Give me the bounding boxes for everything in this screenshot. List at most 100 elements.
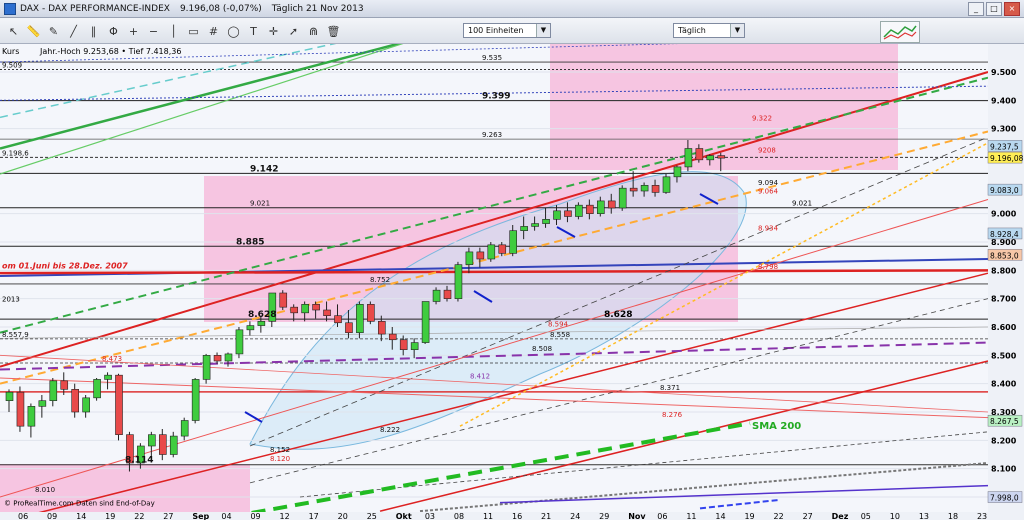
candle bbox=[71, 389, 79, 413]
candle bbox=[49, 380, 58, 401]
level-label: 8.798 bbox=[758, 263, 778, 271]
level-label: 8.120 bbox=[270, 455, 290, 463]
level-label: 8.152 bbox=[270, 446, 290, 454]
candle bbox=[377, 321, 386, 335]
text-icon[interactable]: T bbox=[244, 22, 263, 41]
candle bbox=[257, 321, 266, 326]
rectangle-icon[interactable]: ▭ bbox=[184, 22, 203, 41]
chevron-down-icon[interactable]: ▼ bbox=[536, 24, 550, 37]
level-label: 9.399 bbox=[482, 92, 510, 102]
ellipse-icon[interactable]: ◯ bbox=[224, 22, 243, 41]
trendline-icon[interactable]: ╱ bbox=[64, 22, 83, 41]
time-tick: Dez bbox=[832, 512, 849, 520]
time-tick: 24 bbox=[570, 512, 580, 520]
fibonacci-icon[interactable]: Φ bbox=[104, 22, 123, 41]
level-label: 8.934 bbox=[758, 224, 779, 232]
time-tick: 11 bbox=[483, 512, 493, 520]
close-button[interactable]: × bbox=[1004, 1, 1020, 16]
level-label: 8.010 bbox=[35, 486, 55, 494]
vertical-line-icon[interactable]: │ bbox=[164, 22, 183, 41]
candle bbox=[301, 304, 309, 314]
level-label: 8.885 bbox=[236, 237, 264, 247]
time-tick: 09 bbox=[47, 512, 57, 520]
footer-credit: © ProRealTime.com Daten sind End-of-Day bbox=[4, 500, 155, 508]
price-marker-label: 8.267,5 bbox=[990, 417, 1019, 426]
period-select[interactable]: Täglich ▼ bbox=[673, 23, 745, 38]
candle bbox=[421, 301, 430, 343]
restore-button[interactable]: □ bbox=[986, 1, 1002, 16]
level-label: 8.114 bbox=[125, 456, 153, 466]
arrow-icon[interactable]: ➚ bbox=[284, 22, 303, 41]
time-tick: 08 bbox=[454, 512, 464, 520]
candle bbox=[717, 155, 726, 159]
chevron-down-icon[interactable]: ▼ bbox=[730, 24, 744, 37]
candle bbox=[5, 391, 14, 401]
price-tick: 9.300 bbox=[991, 125, 1017, 134]
candle bbox=[673, 166, 682, 178]
price-chart[interactable]: 9.509 9.535 9.399 9.263 9.322 9.198,6 9.142 9.0… bbox=[0, 44, 1024, 520]
level-label: 8.276 bbox=[662, 411, 683, 419]
time-tick: 20 bbox=[338, 512, 348, 520]
ruler-icon[interactable]: 📏 bbox=[24, 22, 43, 41]
candle bbox=[399, 339, 408, 350]
candle bbox=[684, 148, 693, 168]
candle bbox=[651, 185, 660, 193]
crosshair-icon[interactable]: ✛ bbox=[264, 22, 283, 41]
magnet-icon[interactable]: ⋒ bbox=[304, 22, 323, 41]
cursor-icon[interactable]: ↖ bbox=[4, 22, 23, 41]
candle bbox=[93, 379, 101, 399]
candle bbox=[82, 397, 90, 413]
candle bbox=[60, 380, 69, 390]
candle bbox=[16, 391, 25, 427]
grid-icon[interactable]: # bbox=[204, 22, 223, 41]
time-tick: 05 bbox=[861, 512, 871, 520]
level-label: 9.021 bbox=[250, 200, 270, 208]
price-tick: 9.000 bbox=[991, 210, 1017, 219]
candle bbox=[553, 210, 561, 220]
level-label: 9.142 bbox=[250, 164, 278, 174]
candle bbox=[279, 292, 288, 308]
trash-icon[interactable]: 🗑 bbox=[324, 22, 343, 41]
time-tick: 03 bbox=[425, 512, 435, 520]
price-marker-label: 9.083,0 bbox=[990, 186, 1019, 195]
chart-toolbar: ↖ 📏 ✎ ╱ ∥ Φ + − │ ▭ # ◯ T ✛ ➚ ⋒ 🗑 100 Einheiten ▼ Täglic… bbox=[0, 18, 1024, 44]
time-tick: 22 bbox=[134, 512, 144, 520]
candle bbox=[629, 187, 638, 192]
candle bbox=[224, 353, 233, 362]
candle bbox=[618, 187, 627, 209]
high-low-label: Jahr.-Hoch 9.253,68 • Tief 7.418,36 bbox=[39, 47, 181, 56]
units-select[interactable]: 100 Einheiten ▼ bbox=[463, 23, 551, 38]
chart-type-icon[interactable] bbox=[880, 21, 920, 43]
candle bbox=[312, 304, 320, 311]
candle bbox=[531, 223, 539, 227]
level-label: 8.412 bbox=[470, 372, 490, 380]
price-tick: 8.800 bbox=[991, 266, 1017, 275]
zoom-out-icon[interactable]: − bbox=[144, 22, 163, 41]
time-tick: 25 bbox=[367, 512, 377, 520]
candle bbox=[235, 329, 244, 355]
level-label: 9.509 bbox=[2, 61, 22, 69]
candle bbox=[640, 185, 649, 192]
time-tick: 18 bbox=[948, 512, 958, 520]
zoom-in-icon[interactable]: + bbox=[124, 22, 143, 41]
time-tick: Nov bbox=[628, 512, 646, 520]
time-tick: 22 bbox=[774, 512, 784, 520]
channel-icon[interactable]: ∥ bbox=[84, 22, 103, 41]
time-tick: Okt bbox=[396, 512, 412, 520]
level-label: 8.508 bbox=[532, 345, 552, 353]
level-label: 9.322 bbox=[752, 114, 772, 122]
minimize-button[interactable]: _ bbox=[968, 1, 984, 16]
pencil-icon[interactable]: ✎ bbox=[44, 22, 63, 41]
price-marker-label: 8.928,4 bbox=[990, 230, 1019, 239]
quote-value: 9.196,08 (-0,07%) bbox=[179, 3, 262, 14]
time-tick: 04 bbox=[221, 512, 231, 520]
candle bbox=[520, 226, 528, 231]
candle bbox=[465, 251, 474, 265]
time-tick: 27 bbox=[163, 512, 173, 520]
time-tick: 21 bbox=[541, 512, 551, 520]
window-titlebar: DAX - DAX PERFORMANCE-INDEX 9.196,08 (-0… bbox=[0, 0, 1024, 18]
level-label: 8.594 bbox=[548, 321, 569, 329]
time-tick: 19 bbox=[744, 512, 754, 520]
level-label: 9.094 bbox=[758, 179, 779, 187]
candle bbox=[213, 355, 222, 362]
